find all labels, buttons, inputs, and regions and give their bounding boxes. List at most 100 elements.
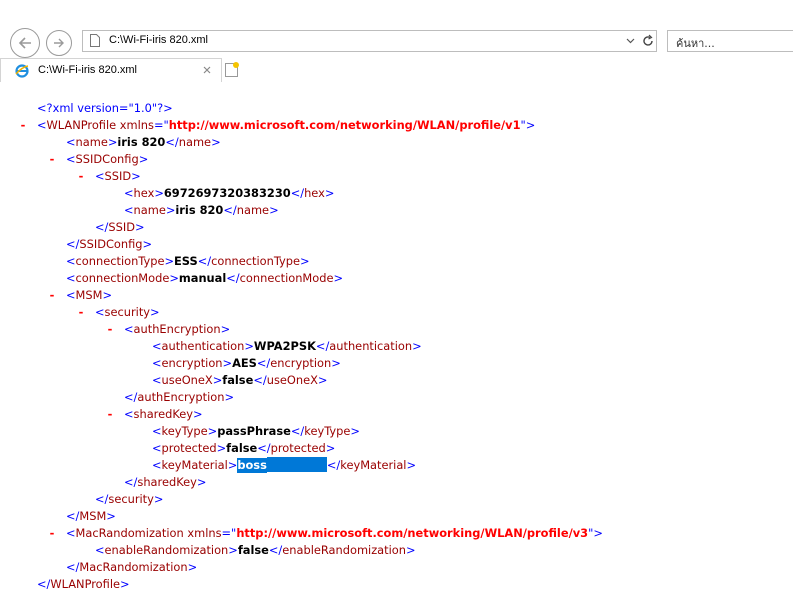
tag-name: useOneX <box>161 373 213 387</box>
text-value: false <box>237 543 269 557</box>
xml-declaration-text: <?xml version="1.0"?> <box>37 101 173 115</box>
xml-ssidconfig-open: <SSIDConfig> <box>66 152 149 166</box>
tag-name: MacRandomization <box>75 526 184 540</box>
xml-authencryption-open: <authEncryption> <box>124 322 231 336</box>
xml-security-open: <security> <box>95 305 160 319</box>
tag-name: SSIDConfig <box>75 152 139 166</box>
tag-name: authEncryption <box>137 390 225 404</box>
back-button[interactable] <box>10 28 40 58</box>
tag-name: connectionType <box>211 254 301 268</box>
tag-name: MSM <box>79 509 107 523</box>
text-value: 6972697320383230 <box>163 186 291 200</box>
new-tab-icon[interactable] <box>224 61 240 78</box>
attr-value: http://www.microsoft.com/networking/WLAN… <box>168 118 521 132</box>
tag-name: SSID <box>104 169 132 183</box>
tag-name: keyMaterial <box>161 458 228 472</box>
tag-name: useOneX <box>266 373 318 387</box>
tag-name: keyMaterial <box>340 458 407 472</box>
tag-name: hex <box>304 186 325 200</box>
tag-name: protected <box>270 441 326 455</box>
attr-name: xmlns <box>187 526 222 540</box>
tag-name: connectionMode <box>75 271 170 285</box>
arrow-right-icon <box>54 38 64 48</box>
text-value: passPhrase <box>217 424 291 438</box>
collapse-toggle[interactable]: - <box>47 525 57 542</box>
chevron-down-icon[interactable] <box>626 36 635 45</box>
tag-name: name <box>75 135 108 149</box>
search-input[interactable]: ค้นหา... <box>667 30 793 52</box>
refresh-icon[interactable] <box>641 34 655 48</box>
address-bar[interactable]: C:\Wi-Fi-iris 820.xml <box>82 30 657 52</box>
text-value: false <box>226 441 258 455</box>
xml-ssid-close: </SSID> <box>95 220 145 234</box>
tag-name: sharedKey <box>133 407 194 421</box>
tag-name: name <box>133 203 166 217</box>
tag-name: SSIDConfig <box>79 237 143 251</box>
ie-logo-icon <box>15 64 29 78</box>
tag-name: security <box>104 305 151 319</box>
tag-name: sharedKey <box>137 475 197 489</box>
xml-ssidconfig-close: </SSIDConfig> <box>66 237 153 251</box>
collapse-toggle[interactable]: - <box>18 117 28 134</box>
tag-name: name <box>236 203 270 217</box>
xml-useonex: <useOneX>false</useOneX> <box>152 373 328 387</box>
tag-name: WLANProfile <box>50 577 120 591</box>
attr-value: http://www.microsoft.com/networking/WLAN… <box>236 526 589 540</box>
xml-sharedkey-close: </sharedKey> <box>124 475 207 489</box>
text-value: ESS <box>174 254 198 268</box>
xml-sharedkey-open: <sharedKey> <box>124 407 203 421</box>
text-value: AES <box>232 356 257 370</box>
xml-connectionmode: <connectionMode>manual</connectionMode> <box>66 271 343 285</box>
tag-name: enableRandomization <box>104 543 229 557</box>
xml-security-close: </security> <box>95 492 164 506</box>
tag-name: authentication <box>329 339 413 353</box>
tag-name: hex <box>133 186 155 200</box>
tag-name: name <box>178 135 212 149</box>
xml-declaration: <?xml version="1.0"?> <box>37 100 173 117</box>
tag-name: MSM <box>75 288 103 302</box>
xml-macrandomization-close: </MacRandomization> <box>66 560 198 574</box>
tag-name: authentication <box>161 339 245 353</box>
collapse-toggle[interactable]: - <box>76 168 86 185</box>
arrow-left-icon <box>18 37 31 49</box>
xml-connectiontype: <connectionType>ESS</connectionType> <box>66 254 310 268</box>
collapse-toggle[interactable]: - <box>47 287 57 304</box>
close-icon[interactable] <box>201 64 213 76</box>
tab-active[interactable]: C:\Wi-Fi-iris 820.xml <box>0 58 222 82</box>
xml-enablerandomization: <enableRandomization>false</enableRandom… <box>95 543 416 557</box>
tag-name: connectionType <box>75 254 165 268</box>
xml-wlanprofile-open: <WLANProfile xmlns="http://www.microsoft… <box>37 118 536 132</box>
tag-name: keyType <box>161 424 208 438</box>
xml-hex: <hex>6972697320383230</hex> <box>124 186 335 200</box>
text-value: false <box>222 373 254 387</box>
tag-name: encryption <box>270 356 332 370</box>
tag-name: SSID <box>108 220 135 234</box>
collapse-toggle[interactable]: - <box>105 406 115 423</box>
xml-ssid-open: <SSID> <box>95 169 141 183</box>
tag-name: authEncryption <box>133 322 221 336</box>
xml-keymaterial: <keyMaterial>boss </keyMaterial> <box>152 457 417 473</box>
collapse-toggle[interactable]: - <box>47 151 57 168</box>
text-value: iris 820 <box>175 203 224 217</box>
tag-name: security <box>108 492 154 506</box>
xml-authencryption-close: </authEncryption> <box>124 390 234 404</box>
collapse-toggle[interactable]: - <box>76 304 86 321</box>
tag-name: connectionMode <box>239 271 334 285</box>
forward-button[interactable] <box>46 30 72 56</box>
xml-name: <name>iris 820</name> <box>66 135 221 149</box>
xml-encryption: <encryption>AES</encryption> <box>152 356 341 370</box>
text-value: manual <box>178 271 227 285</box>
xml-wlanprofile-close: </WLANProfile> <box>37 577 130 591</box>
xml-keytype: <keyType>passPhrase</keyType> <box>152 424 360 438</box>
xml-authentication: <authentication>WPA2PSK</authentication> <box>152 339 422 353</box>
tag-name: MacRandomization <box>79 560 188 574</box>
tag-name: enableRandomization <box>282 543 406 557</box>
selected-key-text[interactable]: boss <box>237 458 267 473</box>
xml-msm-open: <MSM> <box>66 288 112 302</box>
tag-name: keyType <box>304 424 351 438</box>
collapse-toggle[interactable]: - <box>105 321 115 338</box>
redaction-block <box>266 457 327 472</box>
xml-msm-close: </MSM> <box>66 509 116 523</box>
tag-name: WLANProfile <box>46 118 117 132</box>
attr-name: xmlns <box>119 118 154 132</box>
